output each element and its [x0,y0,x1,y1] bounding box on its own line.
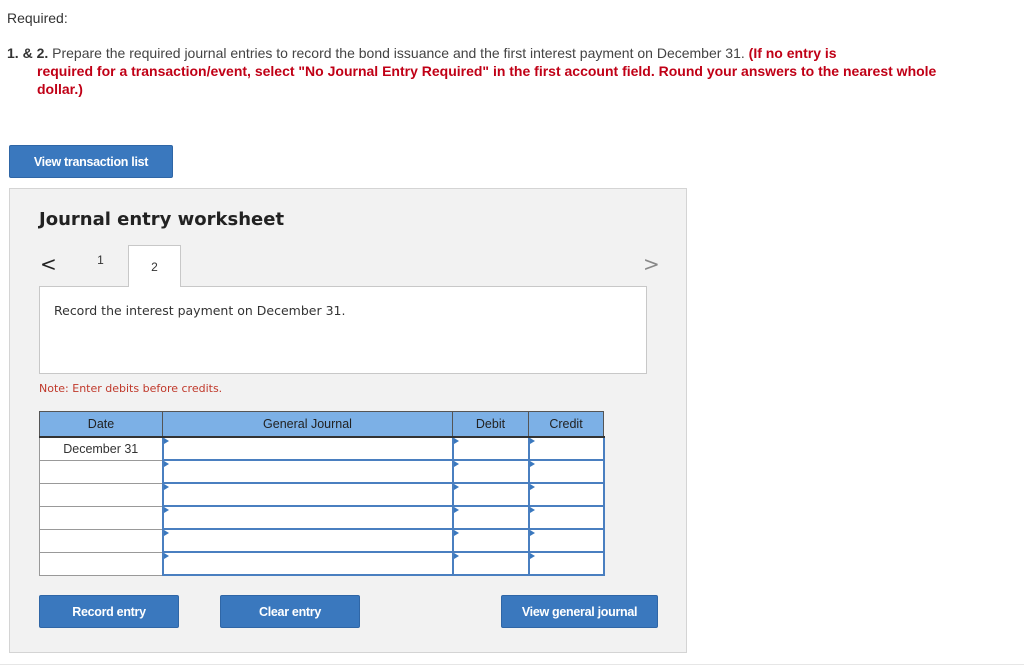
account-select[interactable] [163,484,452,505]
instructions: 1. & 2. Prepare the required journal ent… [7,44,967,98]
view-transaction-list-button[interactable]: View transaction list [9,145,173,178]
tab-1[interactable]: 1 [75,245,126,275]
debit-input[interactable] [453,530,528,551]
divider [0,664,1024,665]
transaction-description-box: Record the interest payment on December … [39,286,647,374]
credit-cell [527,551,605,576]
credit-cell [527,459,605,484]
credit-cell [527,436,605,461]
debits-note: Note: Enter debits before credits. [39,382,223,395]
required-label: Required: [7,10,68,26]
credit-cell [527,528,605,553]
account-cell [161,459,454,484]
debit-input[interactable] [453,507,528,528]
date-cell [39,505,163,530]
account-cell [161,482,454,507]
account-select[interactable] [163,461,452,482]
date-cell [39,528,163,553]
debit-cell [451,528,530,553]
table-row [39,459,605,484]
credit-input[interactable] [529,507,603,528]
credit-input[interactable] [529,553,603,574]
credit-cell [527,482,605,507]
clear-entry-button[interactable]: Clear entry [220,595,360,628]
account-select[interactable] [163,530,452,551]
account-select[interactable] [163,438,452,459]
header-date: Date [39,411,163,438]
debit-input[interactable] [453,484,528,505]
account-select[interactable] [163,553,452,574]
table-row [39,528,605,553]
view-general-journal-button[interactable]: View general journal [501,595,658,628]
table-row [39,551,605,576]
date-cell [39,459,163,484]
credit-input[interactable] [529,484,603,505]
account-cell [161,551,454,576]
date-cell [39,551,163,576]
debit-cell [451,436,530,461]
credit-input[interactable] [529,530,603,551]
debit-input[interactable] [453,461,528,482]
date-cell [39,482,163,507]
instruction-note-rest: required for a transaction/event, select… [37,63,937,97]
account-cell [161,528,454,553]
table-row: December 31 [39,436,605,461]
debit-cell [451,482,530,507]
debit-input[interactable] [453,553,528,574]
record-entry-button[interactable]: Record entry [39,595,179,628]
date-cell: December 31 [39,436,163,461]
chevron-left-icon[interactable]: < [40,252,57,276]
journal-entry-worksheet: Journal entry worksheet < 1 2 > Record t… [9,188,687,653]
instruction-note-start: (If no entry is [748,45,837,61]
header-credit: Credit [528,411,604,438]
instruction-number: 1. & 2. [7,45,49,61]
transaction-description: Record the interest payment on December … [54,303,346,318]
credit-input[interactable] [529,438,603,459]
debit-cell [451,551,530,576]
instruction-text: Prepare the required journal entries to … [52,45,745,61]
debit-cell [451,505,530,530]
worksheet-title: Journal entry worksheet [39,209,285,230]
header-debit: Debit [452,411,529,438]
account-select[interactable] [163,507,452,528]
table-header-row: Date General Journal Debit Credit [39,411,604,438]
table-row [39,505,605,530]
journal-table: Date General Journal Debit Credit Decemb… [39,411,605,576]
chevron-right-icon[interactable]: > [643,252,660,276]
account-cell [161,505,454,530]
header-general-journal: General Journal [162,411,453,438]
credit-cell [527,505,605,530]
debit-input[interactable] [453,438,528,459]
credit-input[interactable] [529,461,603,482]
table-row [39,482,605,507]
debit-cell [451,459,530,484]
account-cell [161,436,454,461]
tab-2[interactable]: 2 [128,245,181,287]
